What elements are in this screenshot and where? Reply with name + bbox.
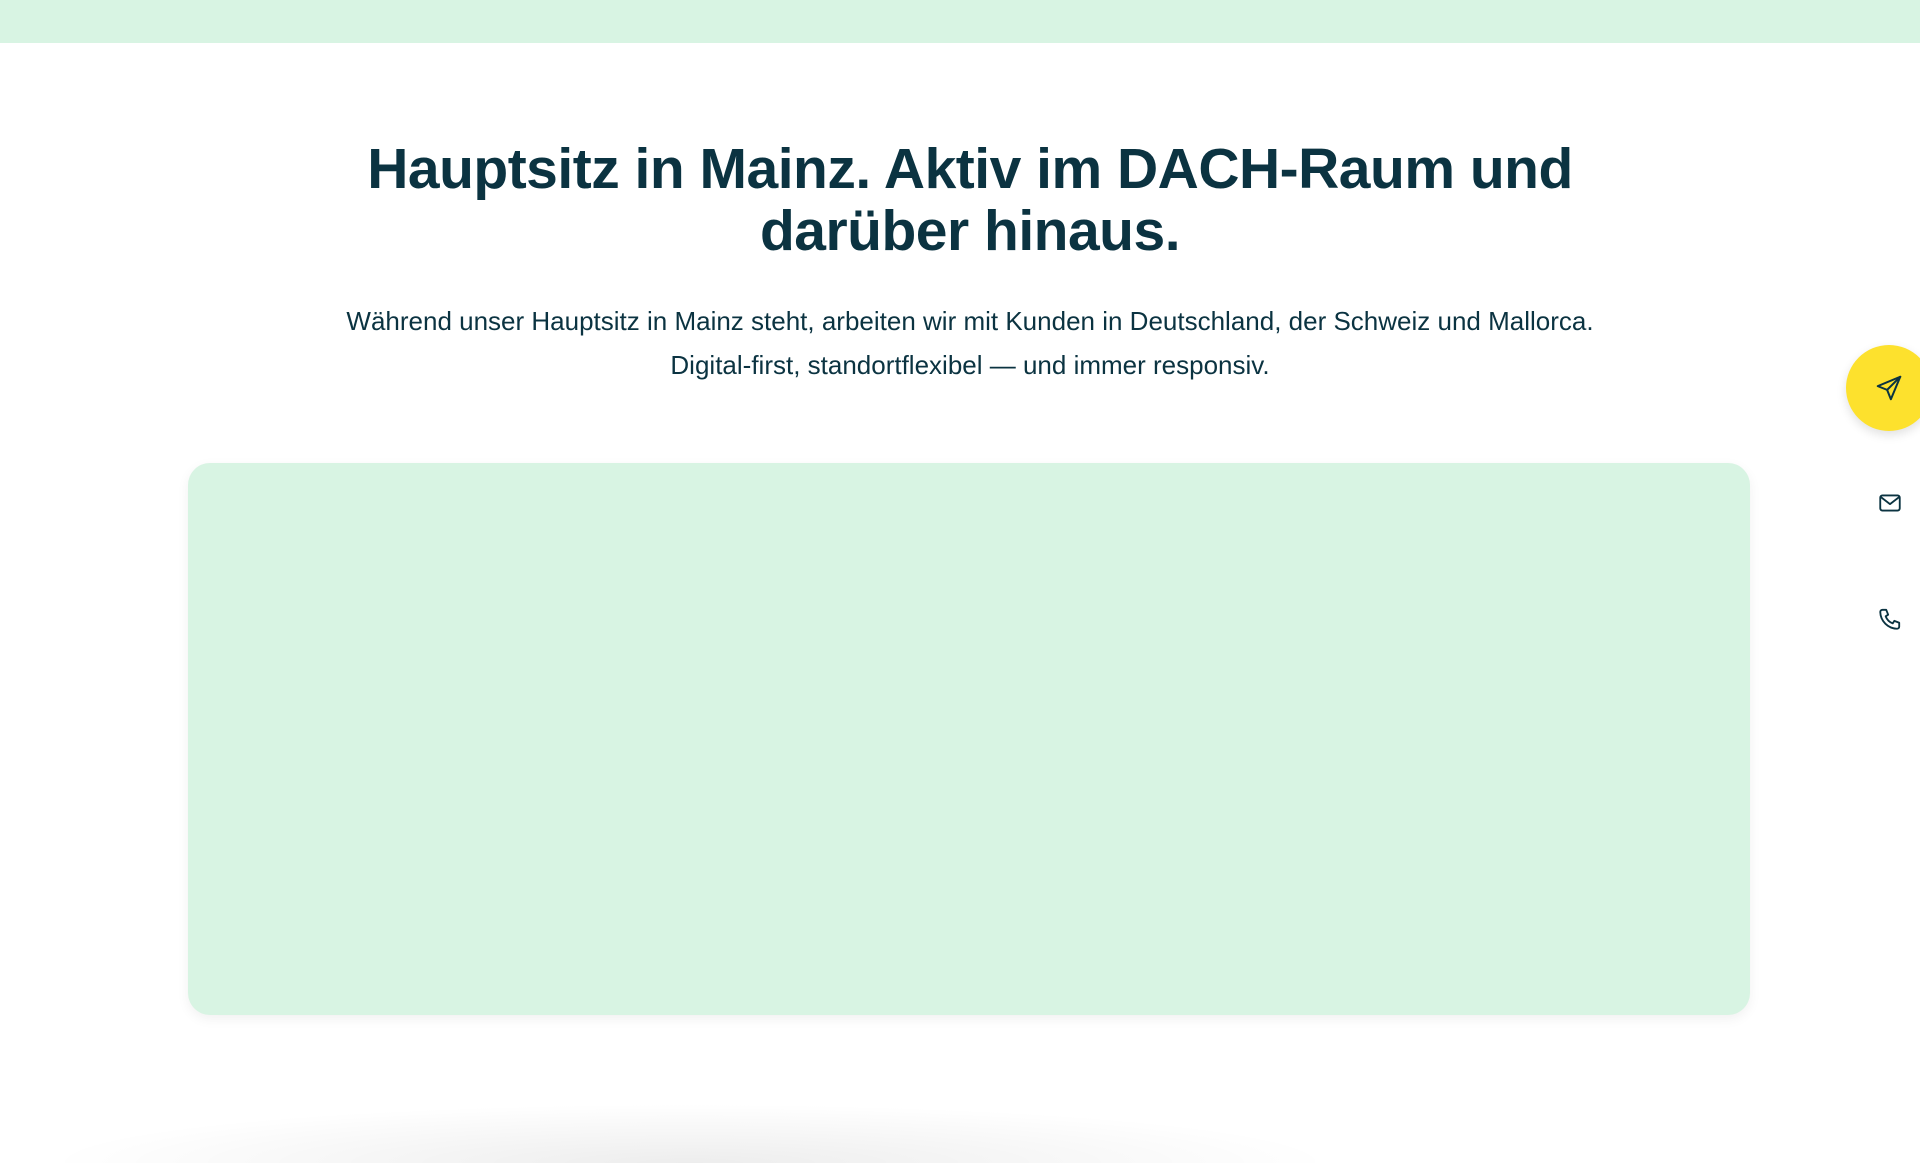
contact-send-button[interactable]: [1846, 345, 1920, 431]
contact-rail: [1846, 345, 1920, 675]
next-section-shadow: [40, 1103, 1340, 1163]
email-button[interactable]: [1872, 485, 1908, 521]
map-panel[interactable]: [188, 463, 1750, 1015]
mail-icon: [1877, 490, 1903, 516]
top-band: [0, 0, 1920, 43]
description-line-1: Während unser Hauptsitz in Mainz steht, …: [346, 306, 1594, 336]
phone-button[interactable]: [1872, 601, 1908, 637]
heading-line-2: darüber hinaus.: [759, 199, 1181, 263]
phone-icon: [1877, 606, 1903, 632]
heading-line-1: Hauptsitz in Mainz. Aktiv im DACH-Raum u…: [367, 137, 1573, 201]
description-line-2: Digital-first, standortflexibel — und im…: [670, 350, 1270, 380]
location-section: Hauptsitz in Mainz. Aktiv im DACH-Raum u…: [0, 43, 1920, 1163]
section-description: Während unser Hauptsitz in Mainz steht, …: [260, 299, 1680, 387]
section-heading: Hauptsitz in Mainz. Aktiv im DACH-Raum u…: [260, 138, 1680, 262]
send-icon: [1874, 373, 1904, 403]
